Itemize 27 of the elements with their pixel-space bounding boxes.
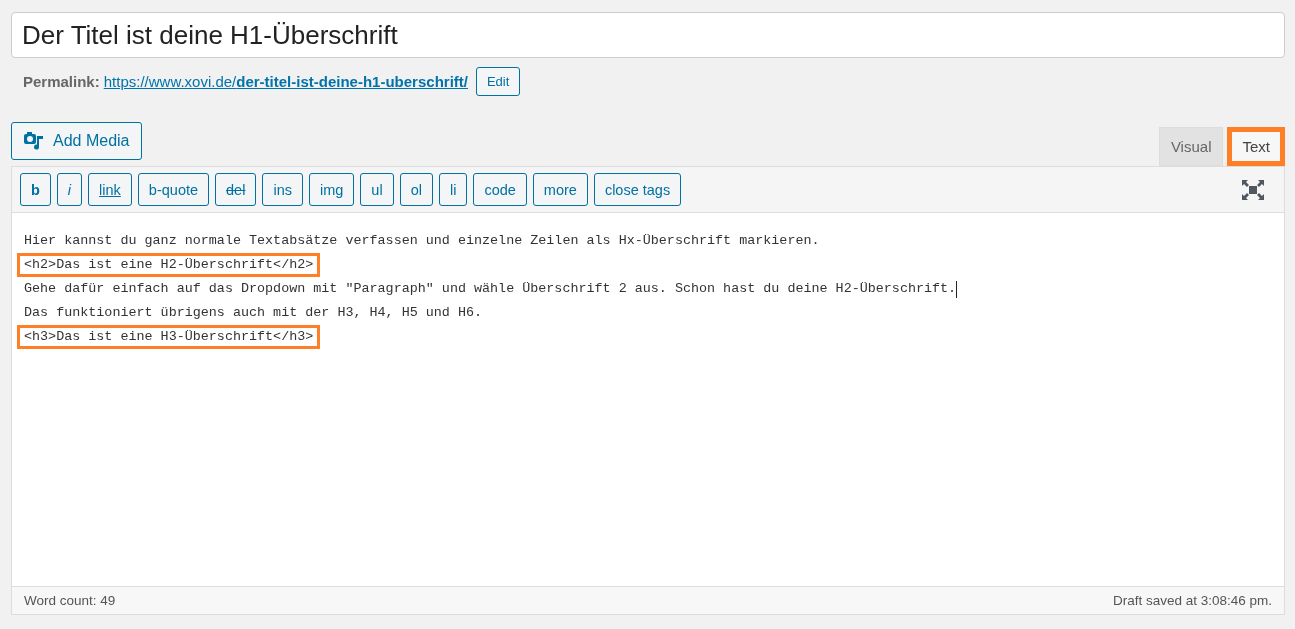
code-line: Hier kannst du ganz normale Textabsätze verfassen und einzelne Zeilen als Hx-Überschrift markieren.	[24, 232, 820, 250]
editor-tab[interactable]: Visual	[1158, 127, 1224, 166]
format-button[interactable]: img	[308, 173, 355, 206]
permalink-link[interactable]: https://www.xovi.de/der-titel-ist-deine-h1-uberschrift/	[103, 73, 468, 90]
word-count: Word count: 49	[24, 593, 116, 608]
format-button[interactable]: del	[215, 173, 257, 206]
format-button[interactable]: code	[473, 173, 527, 206]
format-button[interactable]: more	[532, 173, 588, 206]
camera-music-icon	[23, 130, 45, 152]
format-button[interactable]: b-quote	[137, 173, 210, 206]
format-button[interactable]: li	[438, 173, 468, 206]
fullscreen-icon[interactable]	[1242, 179, 1264, 200]
format-button[interactable]: ul	[360, 173, 394, 206]
format-button[interactable]: b	[20, 173, 51, 206]
format-button[interactable]: link	[88, 173, 132, 206]
code-line: Gehe dafür einfach auf das Dropdown mit "Paragraph" und wähle Überschrift 2 aus. Schon hast du deine H2-Überschrift.	[24, 279, 958, 300]
save-status: Draft saved at 3:08:46 pm.	[1112, 593, 1272, 608]
add-media-button[interactable]: Add Media	[11, 122, 142, 160]
format-button[interactable]: close tags	[593, 173, 682, 206]
format-button[interactable]: ins	[262, 173, 303, 206]
title-field[interactable]: Der Titel ist deine H1-Überschrift	[11, 12, 1285, 58]
editor-tab[interactable]: Text	[1227, 127, 1285, 166]
edit-button[interactable]: Edit	[475, 67, 521, 96]
format-button[interactable]: ol	[399, 173, 433, 206]
permalink-label: Permalink:	[23, 73, 100, 90]
format-button[interactable]: i	[56, 173, 83, 206]
code-line: Das funktioniert übrigens auch mit der H3, H4, H5 und H6.	[24, 304, 483, 322]
